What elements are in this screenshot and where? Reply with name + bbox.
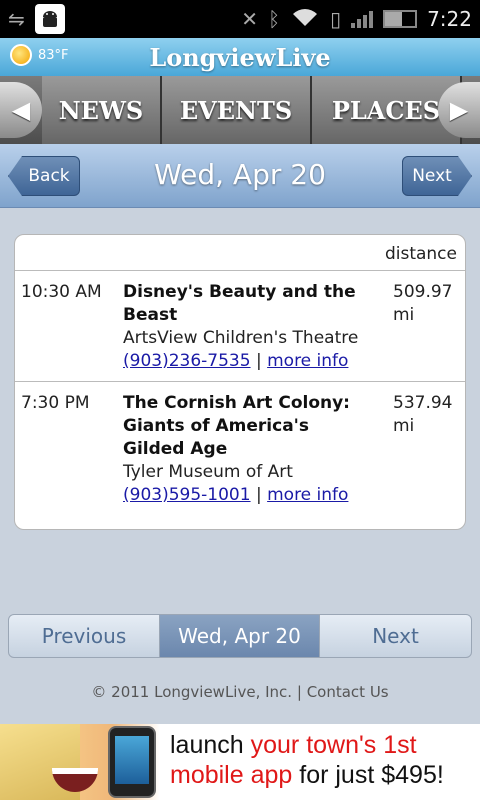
chevron-right-icon: ▶ — [449, 96, 469, 124]
ad-line1-highlight: your town's 1st — [250, 731, 417, 759]
more-info-link[interactable]: more info — [267, 351, 348, 371]
signal-icon — [351, 10, 374, 28]
table-header: distance — [15, 235, 465, 271]
nav-scroll-left-button[interactable]: ◀ — [0, 82, 42, 138]
current-day-label: Wed, Apr 20 — [160, 615, 320, 657]
next-button[interactable]: Next — [402, 156, 472, 196]
event-time: 10:30 AM — [21, 282, 102, 302]
app-logo: LongviewLive — [149, 42, 331, 72]
copyright-text: © 2011 LongviewLive, Inc. — [91, 683, 293, 701]
ad-line2-highlight: mobile app — [170, 761, 293, 789]
contact-us-link[interactable]: Contact Us — [307, 683, 389, 701]
ad-text: launch your town's 1st mobile app for ju… — [170, 730, 444, 790]
weather-temp: 83°F — [38, 47, 69, 63]
ad-line1-plain: launch — [170, 731, 251, 759]
vibrate-icon: ▯ — [330, 7, 342, 31]
link-separator: | — [255, 485, 268, 505]
date-header: Back Wed, Apr 20 Next — [0, 144, 480, 208]
tab-events[interactable]: EVENTS — [162, 76, 312, 144]
footer-separator: | — [296, 683, 302, 701]
ad-banner[interactable]: launch your town's 1st mobile app for ju… — [0, 724, 480, 800]
section-nav: NEWS EVENTS PLACES ◀ ▶ — [0, 76, 480, 144]
bluetooth-icon: ᛒ — [268, 7, 281, 31]
clock: 7:22 — [427, 7, 472, 31]
link-separator: | — [255, 351, 268, 371]
phone-icon — [108, 726, 156, 798]
tab-news[interactable]: NEWS — [42, 76, 162, 144]
chevron-left-icon: ◀ — [11, 96, 31, 124]
event-distance: 509.97 mi — [393, 282, 453, 325]
event-row: 10:30 AM Disney's Beauty and the Beast A… — [15, 271, 465, 381]
weather-widget[interactable]: 83°F — [10, 44, 69, 66]
event-venue: Tyler Museum of Art — [123, 462, 293, 482]
event-distance: 537.94 mi — [393, 393, 453, 436]
gps-off-icon: ✕ — [241, 7, 259, 31]
date-pager: Previous Wed, Apr 20 Next — [8, 614, 472, 658]
previous-day-button[interactable]: Previous — [9, 615, 160, 657]
battery-icon — [383, 10, 418, 28]
wifi-icon — [290, 6, 320, 32]
event-title: The Cornish Art Colony: Giants of Americ… — [123, 393, 350, 459]
event-venue: ArtsView Children's Theatre — [123, 328, 359, 348]
ad-photo — [0, 724, 160, 800]
app-header: 83°F LongviewLive — [0, 38, 480, 76]
footer: © 2011 LongviewLive, Inc. | Contact Us — [0, 683, 480, 701]
event-title: Disney's Beauty and the Beast — [123, 282, 356, 325]
status-bar: ⇋ ✕ ᛒ ▯ 7:22 — [0, 0, 480, 38]
next-day-button[interactable]: Next — [320, 615, 471, 657]
more-info-link[interactable]: more info — [267, 485, 348, 505]
usb-icon: ⇋ — [8, 7, 25, 31]
sun-icon — [10, 44, 32, 66]
event-phone-link[interactable]: (903)595-1001 — [123, 485, 251, 505]
events-table: distance 10:30 AM Disney's Beauty and th… — [14, 234, 466, 530]
ad-line2-plain: for just $495! — [292, 761, 444, 789]
event-time: 7:30 PM — [21, 393, 90, 413]
event-phone-link[interactable]: (903)236-7535 — [123, 351, 251, 371]
distance-column-header: distance — [384, 244, 457, 264]
event-row: 7:30 PM The Cornish Art Colony: Giants o… — [15, 381, 465, 515]
android-debug-icon — [34, 4, 65, 34]
